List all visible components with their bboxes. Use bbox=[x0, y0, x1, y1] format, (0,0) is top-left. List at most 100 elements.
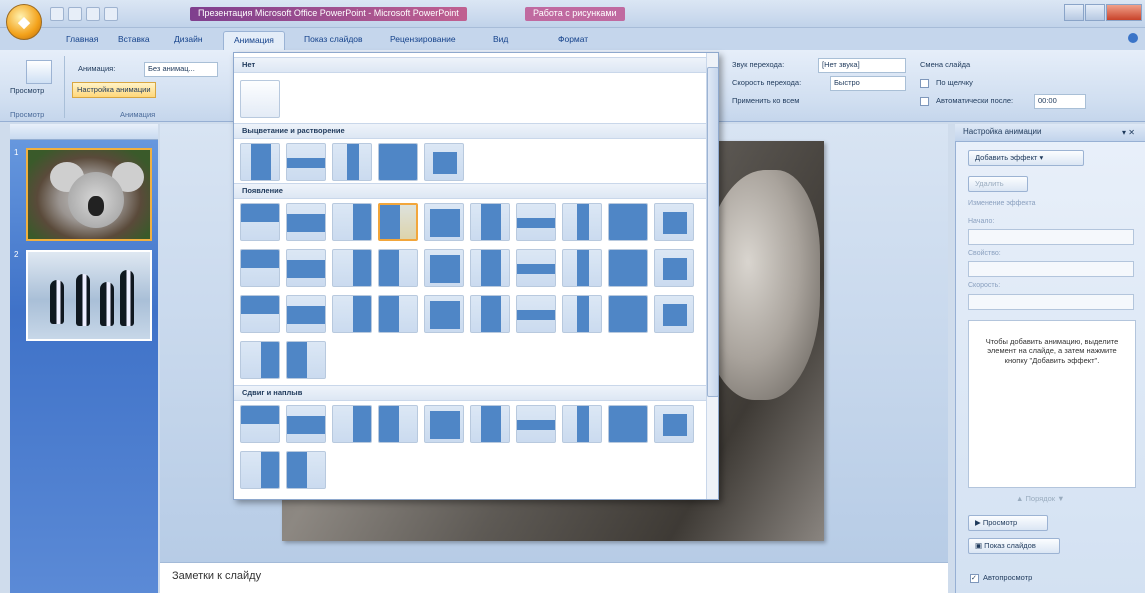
transition-push-a-7[interactable] bbox=[516, 405, 556, 443]
transition-wipe-c-9[interactable] bbox=[608, 295, 648, 333]
transition-wipe-c-8[interactable] bbox=[562, 295, 602, 333]
transition-wipe-a-7[interactable] bbox=[516, 203, 556, 241]
speed-select-pane[interactable] bbox=[968, 294, 1134, 310]
transition-wipe-c-2[interactable] bbox=[286, 295, 326, 333]
transition-wipe-b-3[interactable] bbox=[332, 249, 372, 287]
transition-push-a-1[interactable] bbox=[240, 405, 280, 443]
help-icon[interactable] bbox=[1128, 33, 1138, 43]
transition-wipe-c-1[interactable] bbox=[240, 295, 280, 333]
transition-wipe-a-4[interactable] bbox=[378, 203, 418, 241]
transition-wipe-d-1[interactable] bbox=[240, 341, 280, 379]
thumb-shape bbox=[353, 204, 371, 240]
transition-push-a-3[interactable] bbox=[332, 405, 372, 443]
customize-qat-icon[interactable] bbox=[104, 7, 118, 21]
tab-design[interactable]: Дизайн bbox=[164, 31, 213, 50]
preview-icon[interactable] bbox=[26, 60, 52, 84]
redo-icon[interactable] bbox=[86, 7, 100, 21]
custom-animation-button[interactable]: Настройка анимации bbox=[72, 82, 156, 98]
thumb-shape bbox=[609, 406, 647, 442]
transition-wipe-a-5[interactable] bbox=[424, 203, 464, 241]
tab-animation[interactable]: Анимация bbox=[223, 31, 285, 50]
transition-push-a-2[interactable] bbox=[286, 405, 326, 443]
on-click-checkbox[interactable] bbox=[920, 79, 929, 88]
sound-label: Звук перехода: bbox=[732, 60, 785, 69]
transition-push-a-8[interactable] bbox=[562, 405, 602, 443]
maximize-button[interactable] bbox=[1085, 4, 1105, 21]
transition-wipe-b-1[interactable] bbox=[240, 249, 280, 287]
transition-push-a-6[interactable] bbox=[470, 405, 510, 443]
transition-fade-3[interactable] bbox=[332, 143, 372, 181]
office-button[interactable]: ◆ bbox=[6, 4, 42, 40]
start-select[interactable] bbox=[968, 229, 1134, 245]
tab-home[interactable]: Главная bbox=[56, 31, 108, 50]
transition-push-a-10[interactable] bbox=[654, 405, 694, 443]
transition-wipe-c-7[interactable] bbox=[516, 295, 556, 333]
speed-select[interactable]: Быстро bbox=[830, 76, 906, 91]
transition-push-b-2[interactable] bbox=[286, 451, 326, 489]
apply-all-button[interactable]: Применить ко всем bbox=[728, 94, 803, 110]
transition-wipe-b-10[interactable] bbox=[654, 249, 694, 287]
task-pane-title: Настройка анимации bbox=[955, 124, 1145, 142]
slideshow-button[interactable]: ▣ Показ слайдов bbox=[968, 538, 1060, 554]
transition-wipe-a-3[interactable] bbox=[332, 203, 372, 241]
tab-review[interactable]: Рецензирование bbox=[380, 31, 466, 50]
transition-wipe-a-10[interactable] bbox=[654, 203, 694, 241]
transition-wipe-b-4[interactable] bbox=[378, 249, 418, 287]
autopreview-checkbox[interactable]: ✓ bbox=[970, 574, 979, 583]
transition-fade-5[interactable] bbox=[424, 143, 464, 181]
transition-wipe-b-7[interactable] bbox=[516, 249, 556, 287]
auto-time-input[interactable]: 00:00 bbox=[1034, 94, 1086, 109]
close-button[interactable] bbox=[1106, 4, 1142, 21]
transition-wipe-c-6[interactable] bbox=[470, 295, 510, 333]
reorder-label[interactable]: ▲ Порядок ▼ bbox=[1016, 494, 1065, 503]
minimize-button[interactable] bbox=[1064, 4, 1084, 21]
save-icon[interactable] bbox=[50, 7, 64, 21]
transition-wipe-c-5[interactable] bbox=[424, 295, 464, 333]
transition-push-a-4[interactable] bbox=[378, 405, 418, 443]
transition-wipe-c-3[interactable] bbox=[332, 295, 372, 333]
window-title: Презентация Microsoft Office PowerPoint … bbox=[190, 7, 467, 21]
transition-push-b-1[interactable] bbox=[240, 451, 280, 489]
transition-wipe-a-9[interactable] bbox=[608, 203, 648, 241]
transition-fade-4[interactable] bbox=[378, 143, 418, 181]
pane-close-icon[interactable]: ▾ ✕ bbox=[1122, 128, 1138, 138]
play-button[interactable]: ▶ Просмотр bbox=[968, 515, 1048, 531]
transition-wipe-b-9[interactable] bbox=[608, 249, 648, 287]
sound-select[interactable]: [Нет звука] bbox=[818, 58, 906, 73]
play-label: Просмотр bbox=[982, 518, 1018, 527]
transition-push-a-5[interactable] bbox=[424, 405, 464, 443]
transition-none[interactable] bbox=[240, 80, 280, 118]
slide-thumbnail-2[interactable] bbox=[26, 250, 152, 341]
transition-fade-2[interactable] bbox=[286, 143, 326, 181]
transition-wipe-b-2[interactable] bbox=[286, 249, 326, 287]
tab-view[interactable]: Вид bbox=[483, 31, 518, 50]
transition-fade-1[interactable] bbox=[240, 143, 280, 181]
transition-wipe-a-6[interactable] bbox=[470, 203, 510, 241]
gallery-scroll-thumb[interactable] bbox=[707, 67, 718, 397]
animation-list-hint: Чтобы добавить анимацию, выделите элемен… bbox=[968, 320, 1136, 488]
thumb-shape bbox=[261, 452, 279, 488]
transition-wipe-b-5[interactable] bbox=[424, 249, 464, 287]
notes-pane[interactable]: Заметки к слайду bbox=[160, 562, 948, 593]
auto-after-checkbox[interactable] bbox=[920, 97, 929, 106]
transition-wipe-d-2[interactable] bbox=[286, 341, 326, 379]
transition-wipe-b-6[interactable] bbox=[470, 249, 510, 287]
animation-select[interactable]: Без анимац... bbox=[144, 62, 218, 77]
tab-insert[interactable]: Вставка bbox=[108, 31, 160, 50]
undo-icon[interactable] bbox=[68, 7, 82, 21]
transition-wipe-c-10[interactable] bbox=[654, 295, 694, 333]
remove-button[interactable]: Удалить bbox=[968, 176, 1028, 192]
property-select[interactable] bbox=[968, 261, 1134, 277]
tab-format[interactable]: Формат bbox=[548, 31, 598, 50]
add-effect-button[interactable]: Добавить эффект ▾ bbox=[968, 150, 1084, 166]
tab-slideshow[interactable]: Показ слайдов bbox=[294, 31, 373, 50]
transition-push-a-9[interactable] bbox=[608, 405, 648, 443]
thumb-shape bbox=[430, 411, 460, 439]
transition-wipe-b-8[interactable] bbox=[562, 249, 602, 287]
thumb-shape bbox=[251, 144, 271, 180]
slide-thumbnail-1[interactable] bbox=[26, 148, 152, 241]
transition-wipe-c-4[interactable] bbox=[378, 295, 418, 333]
transition-wipe-a-1[interactable] bbox=[240, 203, 280, 241]
transition-wipe-a-8[interactable] bbox=[562, 203, 602, 241]
transition-wipe-a-2[interactable] bbox=[286, 203, 326, 241]
